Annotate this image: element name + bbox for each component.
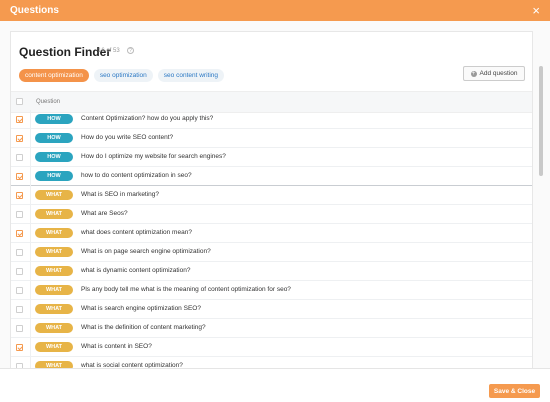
column-divider bbox=[30, 129, 31, 148]
column-divider bbox=[30, 319, 31, 338]
question-text[interactable]: how to do content optimization in seo? bbox=[81, 172, 192, 179]
question-row[interactable]: WHAT What is SEO in marketing? bbox=[11, 186, 532, 205]
column-divider bbox=[30, 243, 31, 262]
question-type-badge: WHAT bbox=[35, 342, 73, 352]
question-text[interactable]: Pls any body tell me what is the meaning… bbox=[81, 286, 291, 293]
row-checkbox[interactable] bbox=[16, 116, 23, 123]
column-divider bbox=[30, 148, 31, 167]
dialog-title: Questions bbox=[10, 5, 59, 16]
question-type-badge: HOW bbox=[35, 152, 73, 162]
question-type-badge: HOW bbox=[35, 114, 73, 124]
question-row[interactable]: WHAT What is on page search engine optimi… bbox=[11, 243, 532, 262]
column-divider bbox=[30, 262, 31, 281]
row-checkbox[interactable] bbox=[16, 249, 23, 256]
question-type-badge: HOW bbox=[35, 171, 73, 181]
question-row[interactable]: HOW how to do content optimization in seo… bbox=[11, 167, 532, 186]
row-checkbox[interactable] bbox=[16, 173, 23, 180]
question-type-badge: WHAT bbox=[35, 323, 73, 333]
scrollbar[interactable] bbox=[539, 66, 543, 176]
question-text[interactable]: What is on page search engine optimizati… bbox=[81, 248, 211, 255]
question-type-badge: WHAT bbox=[35, 361, 73, 368]
question-type-badge: WHAT bbox=[35, 266, 73, 276]
question-list: HOW Content Optimization? how do you appl… bbox=[11, 110, 532, 368]
column-divider bbox=[30, 224, 31, 243]
column-divider bbox=[30, 300, 31, 319]
question-finder-card: Question Finder 16 of 53 ? content optim… bbox=[10, 31, 533, 368]
question-row[interactable]: WHAT What is search engine optimization S… bbox=[11, 300, 532, 319]
row-checkbox[interactable] bbox=[16, 211, 23, 218]
row-checkbox[interactable] bbox=[16, 192, 23, 199]
question-type-badge: WHAT bbox=[35, 228, 73, 238]
close-icon[interactable]: × bbox=[532, 4, 540, 17]
info-icon[interactable]: ? bbox=[127, 47, 134, 54]
select-all-checkbox[interactable] bbox=[16, 98, 23, 105]
column-divider bbox=[30, 110, 31, 129]
question-count: 16 of 53 bbox=[98, 48, 120, 54]
question-row[interactable]: HOW How do I optimize my website for sear… bbox=[11, 148, 532, 167]
column-divider bbox=[30, 167, 31, 186]
question-type-badge: HOW bbox=[35, 133, 73, 143]
question-text[interactable]: what does content optimization mean? bbox=[81, 229, 192, 236]
question-text[interactable]: What is search engine optimization SEO? bbox=[81, 305, 201, 312]
row-checkbox[interactable] bbox=[16, 287, 23, 294]
question-type-badge: WHAT bbox=[35, 304, 73, 314]
question-row[interactable]: WHAT What is content in SEO? bbox=[11, 338, 532, 357]
column-header-question: Question bbox=[36, 99, 61, 105]
row-checkbox[interactable] bbox=[16, 325, 23, 332]
keyword-tag[interactable]: seo content writing bbox=[157, 69, 224, 82]
question-row[interactable]: WHAT What are Seos? bbox=[11, 205, 532, 224]
question-row[interactable]: WHAT what is dynamic content optimization… bbox=[11, 262, 532, 281]
question-text[interactable]: What are Seos? bbox=[81, 210, 128, 217]
question-row[interactable]: WHAT what does content optimization mean? bbox=[11, 224, 532, 243]
save-close-button[interactable]: Save & Close bbox=[489, 384, 540, 398]
row-checkbox[interactable] bbox=[16, 135, 23, 142]
question-row[interactable]: HOW How do you write SEO content? bbox=[11, 129, 532, 148]
row-checkbox[interactable] bbox=[16, 230, 23, 237]
row-checkbox[interactable] bbox=[16, 154, 23, 161]
question-text[interactable]: What is SEO in marketing? bbox=[81, 191, 159, 198]
dialog-content: Question Finder 16 of 53 ? content optim… bbox=[0, 21, 550, 368]
row-checkbox[interactable] bbox=[16, 306, 23, 313]
question-type-badge: WHAT bbox=[35, 285, 73, 295]
question-text[interactable]: What is content in SEO? bbox=[81, 343, 152, 350]
question-text[interactable]: How do you write SEO content? bbox=[81, 134, 173, 141]
question-text[interactable]: what is dynamic content optimization? bbox=[81, 267, 190, 274]
question-row[interactable]: WHAT What is the definition of content ma… bbox=[11, 319, 532, 338]
column-divider bbox=[30, 205, 31, 224]
keyword-tag[interactable]: seo optimization bbox=[93, 69, 153, 82]
add-question-label: Add question bbox=[479, 70, 518, 77]
question-text[interactable]: How do I optimize my website for search … bbox=[81, 153, 226, 160]
keyword-tags: content optimization seo optimization seo … bbox=[19, 69, 224, 82]
dialog-header: Questions × bbox=[0, 0, 550, 21]
row-checkbox[interactable] bbox=[16, 344, 23, 351]
question-type-badge: WHAT bbox=[35, 190, 73, 200]
add-question-button[interactable]: + Add question bbox=[463, 66, 525, 81]
question-text[interactable]: What is the definition of content market… bbox=[81, 324, 206, 331]
keyword-tag[interactable]: content optimization bbox=[19, 69, 89, 82]
row-checkbox[interactable] bbox=[16, 268, 23, 275]
plus-icon: + bbox=[470, 70, 477, 77]
question-row[interactable]: WHAT Pls any body tell me what is the mea… bbox=[11, 281, 532, 300]
dialog-footer: Save & Close bbox=[0, 368, 550, 402]
column-divider bbox=[30, 281, 31, 300]
question-row[interactable]: WHAT what is social content optimization? bbox=[11, 357, 532, 368]
question-type-badge: WHAT bbox=[35, 209, 73, 219]
column-divider bbox=[30, 186, 31, 205]
column-divider bbox=[30, 357, 31, 368]
question-row[interactable]: HOW Content Optimization? how do you appl… bbox=[11, 110, 532, 129]
column-divider bbox=[30, 338, 31, 357]
question-text[interactable]: Content Optimization? how do you apply t… bbox=[81, 115, 213, 122]
question-type-badge: WHAT bbox=[35, 247, 73, 257]
